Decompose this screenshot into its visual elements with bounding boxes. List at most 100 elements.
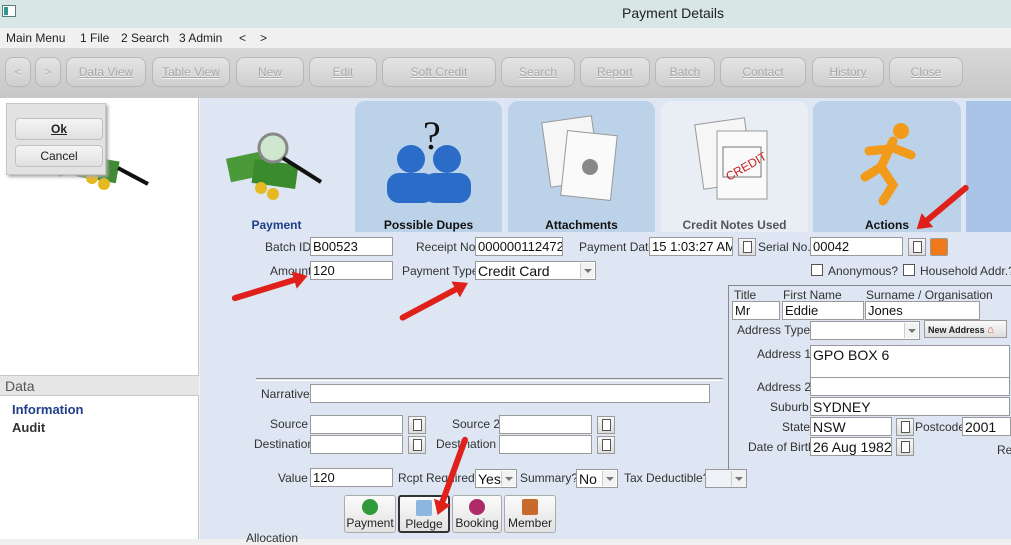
narrative-field[interactable] <box>310 384 710 403</box>
edit-button[interactable]: Edit <box>309 57 377 87</box>
data-view-button[interactable]: Data View <box>66 57 146 87</box>
member-alloc-button[interactable]: Member <box>504 495 556 533</box>
household-checkbox[interactable] <box>903 264 915 276</box>
rcpt-required-select[interactable]: Yes <box>475 469 517 488</box>
tab-attachments[interactable]: Attachments <box>508 101 655 232</box>
search-button[interactable]: Search <box>501 57 575 87</box>
summary-select[interactable]: No <box>576 469 618 488</box>
suburb-field[interactable]: SYDNEY <box>810 397 1010 416</box>
serial-no-field[interactable]: 00042 <box>810 237 903 256</box>
payment-type-label: Payment Type <box>402 264 479 278</box>
soft-credit-button[interactable]: Soft Credit <box>382 57 496 87</box>
contact-button[interactable]: Contact <box>720 57 806 87</box>
nav-information[interactable]: Information <box>12 402 84 417</box>
rcpt-required-value: Yes <box>478 471 501 487</box>
state-lookup-icon[interactable] <box>896 418 914 436</box>
destination2-field[interactable] <box>499 435 592 454</box>
tab-credit-notes-label: Credit Notes Used <box>682 218 787 232</box>
source-label: Source <box>270 417 309 431</box>
allocation-label: Allocation <box>246 531 299 545</box>
nav-back-button[interactable]: < <box>5 57 31 87</box>
payment-type-select[interactable]: Credit Card <box>475 261 596 280</box>
tab-possible-dupes[interactable]: ? Possible Dupes <box>355 101 502 232</box>
chevron-down-icon <box>602 471 616 486</box>
tab-possible-dupes-label: Possible Dupes <box>383 218 474 232</box>
nav-audit[interactable]: Audit <box>12 420 45 435</box>
source2-field[interactable] <box>499 415 592 434</box>
truncated-label: Re <box>997 443 1011 457</box>
history-button[interactable]: History <box>812 57 884 87</box>
menu-main[interactable]: Main Menu <box>6 31 65 45</box>
new-button[interactable]: New <box>236 57 304 87</box>
value-label: Value <box>278 471 308 485</box>
destination-lookup-icon[interactable] <box>408 436 426 454</box>
title-bar: Payment Details <box>0 0 1011 28</box>
postcode-field[interactable]: 2001 <box>962 417 1011 436</box>
nav-forward-button[interactable]: > <box>35 57 61 87</box>
member-alloc-label: Member <box>507 516 552 530</box>
chevron-down-icon <box>501 471 515 486</box>
data-section-header: Data <box>0 375 199 396</box>
pledge-alloc-label: Pledge <box>405 517 443 531</box>
tab-payment[interactable]: Payment <box>203 101 350 232</box>
section-divider <box>256 378 723 381</box>
toolbar: < > Data View Table View New Edit Soft C… <box>0 48 1011 98</box>
tab-strip-fill <box>966 101 1011 232</box>
address1-field[interactable]: GPO BOX 6 <box>810 345 1010 378</box>
chevron-down-icon <box>904 323 918 338</box>
booking-alloc-button[interactable]: Booking <box>452 495 502 533</box>
dob-label: Date of Birth <box>748 440 815 454</box>
source2-label: Source 2 <box>452 417 501 431</box>
state-label: State <box>782 420 811 434</box>
menu-search[interactable]: 2 Search <box>121 31 169 45</box>
destination-field[interactable] <box>310 435 403 454</box>
table-view-button[interactable]: Table View <box>152 57 230 87</box>
menu-file[interactable]: 1 File <box>80 31 109 45</box>
payment-date-picker-icon[interactable] <box>738 238 756 256</box>
address2-label: Address 2 <box>757 380 812 394</box>
title-field[interactable]: Mr <box>732 301 780 320</box>
possible-dupes-icon: ? <box>387 113 471 203</box>
cancel-button[interactable]: Cancel <box>15 145 103 167</box>
destination-label: Destination <box>254 437 315 451</box>
report-button[interactable]: Report <box>580 57 650 87</box>
new-address-button[interactable]: New Address ⌂ <box>924 320 1007 338</box>
tab-credit-notes-used[interactable]: CREDIT Credit Notes Used <box>661 101 808 232</box>
payment-alloc-button[interactable]: Payment <box>344 495 396 533</box>
surname-field[interactable]: Jones <box>865 301 980 320</box>
address2-field[interactable] <box>810 377 1010 396</box>
batch-id-field[interactable]: B00523 <box>310 237 393 256</box>
menu-forward[interactable]: > <box>260 31 267 45</box>
value-field[interactable]: 120 <box>310 468 393 487</box>
anonymous-checkbox[interactable] <box>811 264 823 276</box>
home-icon: ⌂ <box>987 324 994 336</box>
rcpt-required-label: Rcpt Required? <box>398 471 482 485</box>
contact-person-icon[interactable] <box>930 238 948 256</box>
booking-alloc-label: Booking <box>455 516 499 530</box>
menu-back[interactable]: < <box>239 31 246 45</box>
member-icon <box>522 499 538 515</box>
source2-lookup-icon[interactable] <box>597 416 615 434</box>
dob-picker-icon[interactable] <box>896 438 914 456</box>
narrative-label: Narrative <box>261 387 310 401</box>
serial-lookup-icon[interactable] <box>908 238 926 256</box>
receipt-no-field[interactable]: 000000112472 <box>475 237 563 256</box>
menu-admin[interactable]: 3 Admin <box>179 31 222 45</box>
first-name-field[interactable]: Eddie <box>782 301 864 320</box>
summary-value: No <box>579 471 597 487</box>
address-type-label: Address Type <box>737 323 811 337</box>
address-type-select[interactable] <box>810 321 920 340</box>
tax-deductible-select[interactable] <box>705 469 747 488</box>
batch-button[interactable]: Batch <box>655 57 715 87</box>
tab-attachments-label: Attachments <box>545 218 618 232</box>
source-lookup-icon[interactable] <box>408 416 426 434</box>
close-button[interactable]: Close <box>889 57 963 87</box>
credit-notes-icon: CREDIT <box>694 117 770 200</box>
ok-button[interactable]: Ok <box>15 118 103 140</box>
state-field[interactable]: NSW <box>810 417 892 436</box>
source-field[interactable] <box>310 415 403 434</box>
destination2-lookup-icon[interactable] <box>597 436 615 454</box>
dob-field[interactable]: 26 Aug 1982 <box>810 437 892 456</box>
amount-field[interactable]: 120 <box>310 261 393 280</box>
payment-date-field[interactable]: 15 1:03:27 AM <box>649 237 733 256</box>
